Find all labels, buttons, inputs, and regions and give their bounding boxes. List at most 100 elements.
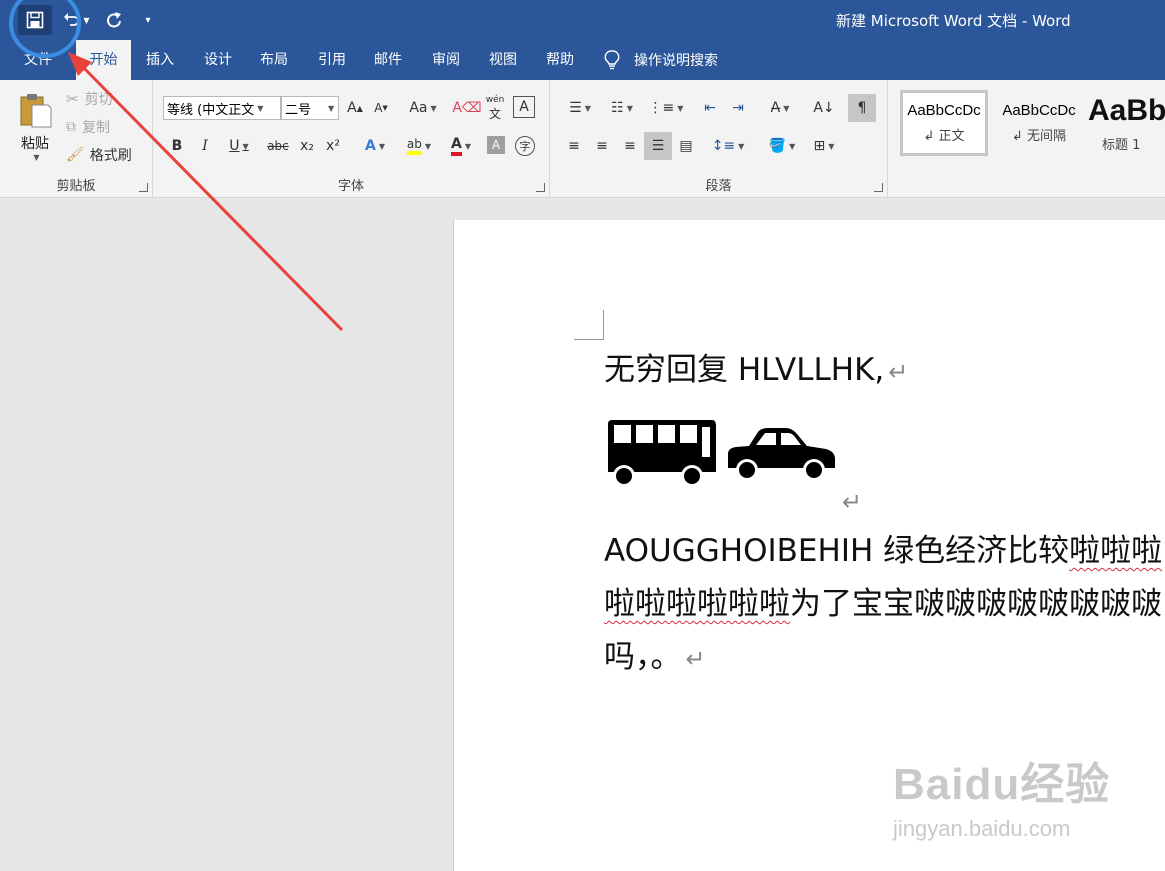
style-sample: AaBbCcDc: [1002, 102, 1076, 119]
align-right-button[interactable]: ≡: [618, 134, 642, 158]
style-heading-1[interactable]: AaBb 标题 1: [1088, 90, 1165, 156]
style-name: ↲ 无间隔: [1011, 129, 1067, 144]
text-effects-icon: A: [365, 138, 376, 154]
bullet-list-icon: ☰: [569, 100, 582, 116]
line-spacing-icon: ↕≡: [711, 138, 736, 154]
paragraph-group-label: 段落: [705, 179, 732, 194]
undo-icon: [64, 13, 80, 26]
baidu-watermark: Baidu经验 jingyan.baidu.com: [893, 748, 1123, 848]
pilcrow-icon: ¶: [857, 100, 867, 116]
underline-icon: U: [229, 138, 240, 154]
font-name-combo[interactable]: 等线 (中文正文 ▼: [163, 96, 281, 120]
chevron-down-icon: ▾: [145, 14, 151, 26]
style-no-spacing[interactable]: AaBbCcDc ↲ 无间隔: [992, 90, 1086, 156]
tell-me-search[interactable]: 操作说明搜索: [604, 40, 718, 80]
borders-icon: ⊞: [813, 138, 826, 154]
text-effects-button[interactable]: A ▼: [357, 134, 393, 158]
dialog-launcher-icon[interactable]: [874, 183, 883, 192]
paste-button[interactable]: 粘贴 ▼: [10, 86, 60, 166]
phonetic-guide-button[interactable]: wén 文: [483, 95, 507, 121]
grow-font-button[interactable]: A ▲: [343, 96, 367, 120]
tab-design[interactable]: 设计: [196, 40, 240, 80]
tab-review[interactable]: 审阅: [424, 40, 468, 80]
font-name-value: 等线 (中文正文: [167, 102, 255, 118]
dialog-launcher-icon[interactable]: [139, 183, 148, 192]
phonetic-char: 文: [488, 106, 501, 121]
font-size-combo[interactable]: 二号 ▼: [281, 96, 339, 120]
align-left-button[interactable]: ≡: [562, 134, 586, 158]
customize-qat-button[interactable]: ▾: [138, 5, 158, 35]
dialog-launcher-icon[interactable]: [536, 183, 545, 192]
tab-home[interactable]: 开始: [76, 40, 131, 80]
font-group: 等线 (中文正文 ▼ 二号 ▼ A ▲ A ▼ Aa ▼ A⌫ wén 文 A B I …: [153, 80, 550, 198]
chinese-layout-button[interactable]: A̶ ▼: [762, 96, 798, 120]
clipboard-group-label: 剪贴板: [56, 179, 96, 194]
character-shading-button[interactable]: A: [487, 136, 505, 154]
sort-icon: A↓: [813, 100, 835, 116]
multilevel-list-button[interactable]: ⋮≡ ▼: [648, 96, 684, 120]
change-case-button[interactable]: Aa ▼: [405, 96, 441, 120]
save-button[interactable]: [18, 5, 52, 35]
underline-button[interactable]: U ▼: [221, 134, 257, 158]
font-size-value: 二号: [285, 102, 312, 118]
align-center-button[interactable]: ≡: [590, 134, 614, 158]
numbering-button[interactable]: ☷ ▼: [604, 96, 640, 120]
sort-button[interactable]: A↓: [812, 96, 836, 120]
clipboard-icon: [20, 93, 52, 127]
tab-insert[interactable]: 插入: [138, 40, 182, 80]
character-border-icon: A: [519, 99, 529, 115]
borders-button[interactable]: ⊞ ▼: [806, 134, 842, 158]
bus-icon: [608, 420, 716, 487]
increase-indent-button[interactable]: ⇥: [726, 96, 750, 120]
justify-button[interactable]: ☰: [644, 132, 672, 160]
lightbulb-icon: [604, 50, 620, 70]
paragraph-mark: ↵: [685, 645, 706, 673]
line-spacing-button[interactable]: ↕≡ ▼: [710, 134, 746, 158]
change-case-icon: Aa: [409, 100, 428, 116]
paragraph-3[interactable]: AOUGGHOIBEHIH 绿色经济比较啦啦啦啦啦啦啦啦啦为了宝宝啵啵啵啵啵啵啵…: [604, 525, 1165, 686]
tab-file[interactable]: 文件: [14, 40, 62, 80]
font-color-button[interactable]: A ▼: [443, 134, 479, 158]
distributed-button[interactable]: ▤: [674, 134, 698, 158]
format-painter-label: 格式刷: [89, 148, 132, 164]
paragraph-1[interactable]: 无穷回复 HLVLLHK, ↵: [604, 344, 908, 389]
chinese-layout-icon: A̶: [770, 100, 781, 116]
paragraph-3-text: AOUGGHOIBEHIH 绿色经济比较: [604, 533, 1070, 569]
format-painter-button[interactable]: 🖌 格式刷: [66, 144, 132, 166]
paste-label: 粘贴: [21, 135, 49, 152]
car-icon: [728, 428, 835, 481]
tab-view[interactable]: 视图: [481, 40, 525, 80]
tab-layout[interactable]: 布局: [252, 40, 296, 80]
character-border-button[interactable]: A: [513, 96, 535, 118]
italic-button[interactable]: I: [193, 134, 217, 158]
shrink-font-button[interactable]: A ▼: [369, 96, 393, 120]
scissors-icon: ✂: [66, 90, 79, 108]
shading-button[interactable]: 🪣 ▼: [762, 134, 802, 158]
undo-button[interactable]: ▼: [56, 5, 96, 35]
chevron-down-icon: ▼: [257, 103, 264, 113]
superscript-button[interactable]: x²: [321, 134, 345, 158]
vehicle-icons[interactable]: [606, 418, 846, 498]
chevron-down-icon: ▼: [83, 15, 90, 25]
clear-format-button[interactable]: A⌫: [452, 96, 481, 120]
copy-button[interactable]: ⧉ 复制: [66, 116, 110, 138]
ribbon-tabs: 文件 开始 插入 设计 布局 引用 邮件 审阅 视图 帮助 操作说明搜索: [0, 40, 1165, 80]
redo-button[interactable]: [100, 5, 128, 35]
copy-label: 复制: [82, 120, 110, 136]
decrease-indent-button[interactable]: ⇤: [698, 96, 722, 120]
bullets-button[interactable]: ☰ ▼: [562, 96, 598, 120]
italic-icon: I: [202, 138, 208, 154]
enclose-characters-button[interactable]: 字: [515, 136, 535, 156]
strikethrough-button[interactable]: abc: [263, 134, 293, 158]
save-icon: [26, 11, 44, 29]
tab-references[interactable]: 引用: [310, 40, 354, 80]
cut-button[interactable]: ✂ 剪切: [66, 88, 113, 110]
tab-help[interactable]: 帮助: [538, 40, 582, 80]
subscript-button[interactable]: x₂: [295, 134, 319, 158]
bold-button[interactable]: B: [165, 134, 189, 158]
highlight-color-button[interactable]: ab ▼: [399, 134, 439, 158]
watermark-url: jingyan.baidu.com: [893, 816, 1071, 841]
style-normal[interactable]: AaBbCcDc ↲ 正文: [900, 90, 988, 156]
show-marks-button[interactable]: ¶: [848, 94, 876, 122]
tab-mailings[interactable]: 邮件: [366, 40, 410, 80]
